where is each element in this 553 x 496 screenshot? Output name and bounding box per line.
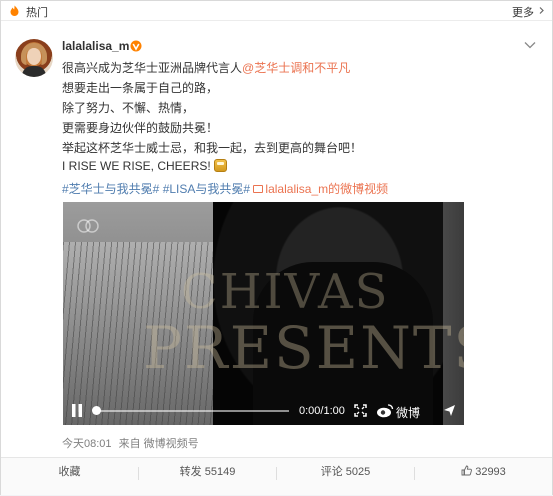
hashtag-link[interactable]: #芝华士与我共冕# bbox=[62, 182, 159, 196]
hashtag-link[interactable]: #LISA与我共冕# bbox=[163, 182, 250, 196]
hot-tab-label[interactable]: 热门 bbox=[26, 4, 48, 20]
video-progress-bar[interactable] bbox=[94, 410, 289, 412]
video-link-icon bbox=[253, 185, 264, 193]
video-watermark: CHIVAS bbox=[181, 264, 390, 320]
post-text-line-4: 更需要身边伙伴的鼓励共冕！ bbox=[62, 121, 219, 135]
video-controls: 0:00/1:00 微博 bbox=[63, 397, 464, 425]
repost-label: 转发 55149 bbox=[179, 466, 236, 478]
pause-icon[interactable] bbox=[71, 404, 83, 417]
post-text-cheers: I RISE WE RISE, CHEERS! bbox=[62, 159, 211, 173]
post-time[interactable]: 今天08:01 bbox=[62, 438, 112, 450]
video-watermark: PRESENTS bbox=[143, 314, 464, 382]
post-text-line-2: 想要走出一条属于自己的路， bbox=[62, 81, 219, 95]
flame-icon bbox=[10, 5, 19, 16]
favorite-button[interactable]: 收藏 bbox=[1, 458, 138, 496]
video-progress-knob[interactable] bbox=[92, 406, 101, 415]
comment-label: 评论 5025 bbox=[320, 466, 371, 478]
video-link[interactable]: lalalalisa_m的微博视频 bbox=[253, 182, 388, 196]
verified-badge-icon bbox=[130, 40, 142, 52]
send-icon[interactable] bbox=[443, 404, 456, 417]
action-bar: 收藏 转发 55149 评论 5025 32993 bbox=[1, 457, 552, 495]
post-source[interactable]: 微博视频号 bbox=[144, 438, 199, 450]
video-link-label: lalalalisa_m的微博视频 bbox=[265, 182, 389, 196]
post-text-line-1: 很高兴成为芝华士亚洲品牌代言人@芝华士调和不平凡 bbox=[62, 59, 350, 76]
chevron-right-icon[interactable] bbox=[537, 6, 546, 15]
beer-emoji-icon bbox=[213, 159, 227, 172]
chivas-logo-icon bbox=[77, 219, 99, 233]
video-player[interactable]: CHIVAS PRESENTS bbox=[63, 202, 464, 425]
feed-topbar: 热门 更多 bbox=[1, 1, 552, 21]
post-text-prefix: 很高兴成为芝华士亚洲品牌代言人 bbox=[62, 61, 243, 75]
post-meta: 今天08:01 来自 微博视频号 bbox=[62, 435, 199, 451]
fullscreen-icon[interactable] bbox=[354, 404, 367, 417]
video-time: 0:00/1:00 bbox=[299, 405, 345, 417]
weibo-brand-label: 微博 bbox=[396, 406, 421, 420]
username[interactable]: lalalalisa_m bbox=[62, 39, 129, 53]
chevron-down-icon[interactable] bbox=[524, 41, 536, 49]
post-text-line-6: I RISE WE RISE, CHEERS! bbox=[62, 159, 227, 173]
mention-link[interactable]: @芝华士调和不平凡 bbox=[242, 61, 350, 75]
source-prefix: 来自 bbox=[118, 438, 141, 450]
post-text-line-5: 举起这杯芝华士威士忌，和我一起，去到更高的舞台吧！ bbox=[62, 141, 363, 155]
repost-button[interactable]: 转发 55149 bbox=[139, 458, 276, 496]
post-text-line-3: 除了努力、不懈、热情， bbox=[62, 101, 195, 115]
post-tags-line: #芝华士与我共冕# #LISA与我共冕# lalalalisa_m的微博视频 bbox=[62, 180, 388, 197]
like-button[interactable]: 32993 bbox=[415, 458, 552, 496]
comment-button[interactable]: 评论 5025 bbox=[277, 458, 414, 496]
avatar[interactable] bbox=[15, 39, 53, 77]
favorite-label: 收藏 bbox=[58, 466, 81, 478]
more-link[interactable]: 更多 bbox=[512, 4, 534, 20]
like-count: 32993 bbox=[475, 466, 506, 478]
weibo-logo-icon bbox=[377, 404, 394, 418]
thumbs-up-icon bbox=[461, 465, 473, 476]
weibo-feed-card: 热门 更多 lalalalisa_m 很高兴成为芝华士亚洲品牌代言人@芝华士调和… bbox=[0, 0, 553, 495]
